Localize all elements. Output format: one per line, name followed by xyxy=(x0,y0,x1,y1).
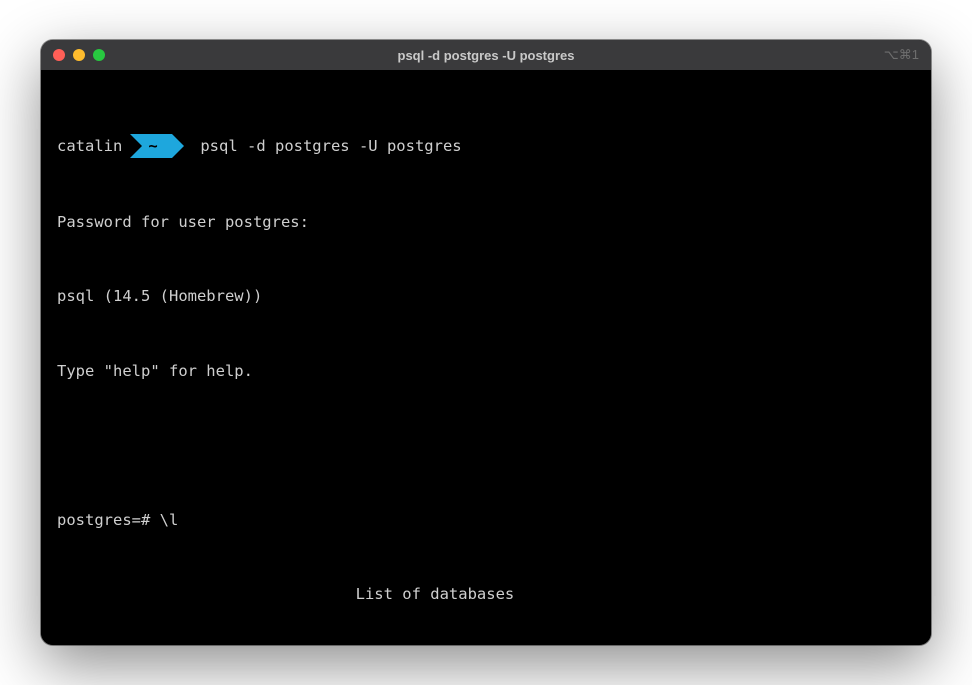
prompt-dir: ~ xyxy=(148,134,157,158)
traffic-lights xyxy=(53,49,105,61)
output-password-prompt: Password for user postgres: xyxy=(57,210,915,235)
blank-line xyxy=(57,433,915,458)
output-version: psql (14.5 (Homebrew)) xyxy=(57,284,915,309)
table-title: List of databases xyxy=(57,582,915,607)
prompt-command: psql -d postgres -U postgres xyxy=(188,134,461,159)
maximize-icon[interactable] xyxy=(93,49,105,61)
close-icon[interactable] xyxy=(53,49,65,61)
terminal-window: psql -d postgres -U postgres ⌥⌘1 catalin… xyxy=(41,40,931,645)
prompt-dir-badge: ~ xyxy=(130,134,188,158)
psql-prompt-list: postgres=# \l xyxy=(57,508,915,533)
terminal-body[interactable]: catalin ~ psql -d postgres -U postgres P… xyxy=(41,70,931,645)
minimize-icon[interactable] xyxy=(73,49,85,61)
shell-prompt-line: catalin ~ psql -d postgres -U postgres xyxy=(57,134,915,159)
arrow-dir-icon xyxy=(130,134,188,158)
titlebar: psql -d postgres -U postgres ⌥⌘1 xyxy=(41,40,931,70)
window-title: psql -d postgres -U postgres xyxy=(41,48,931,63)
output-help-hint: Type "help" for help. xyxy=(57,359,915,384)
window-shortcut-hint: ⌥⌘1 xyxy=(884,47,919,63)
prompt-user: catalin xyxy=(57,134,130,159)
